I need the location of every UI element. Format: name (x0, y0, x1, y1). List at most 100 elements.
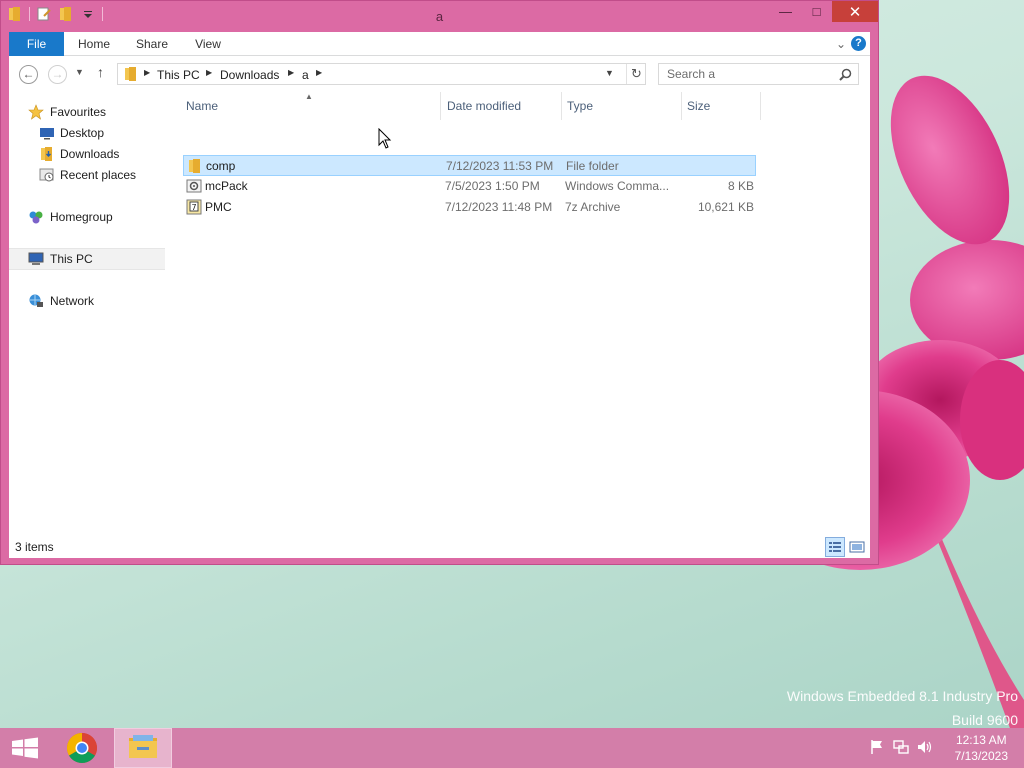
nav-homegroup[interactable]: Homegroup (9, 207, 165, 227)
up-button[interactable]: ↑ (97, 64, 104, 80)
status-bar: 3 items (9, 536, 870, 558)
nav-recent-places[interactable]: Recent places (9, 165, 165, 185)
tab-view[interactable]: View (185, 32, 231, 56)
navigation-bar: ← → ▼ ↑ ▶ This PC ▶ Downloads ▶ a ▶ ▼ ↻ (9, 56, 870, 92)
file-row-mcpack[interactable]: mcPack 7/5/2023 1:50 PM Windows Comma...… (183, 176, 756, 197)
navigation-pane: Favourites Desktop Downloads Recent plac… (9, 92, 169, 536)
refresh-icon[interactable]: ↻ (626, 64, 646, 84)
file-size: 10,621 KB (697, 200, 754, 214)
nav-network[interactable]: Network (9, 291, 165, 311)
taskbar-chrome[interactable] (58, 728, 106, 768)
maximize-button[interactable]: □ (801, 1, 832, 22)
volume-icon[interactable] (916, 738, 934, 756)
explorer-window: a — □ ✕ File Home Share View ⌄ ? ← → ▼ ↑… (0, 0, 879, 565)
computer-icon (28, 252, 44, 265)
column-header-date-modified[interactable]: Date modified (447, 99, 521, 113)
breadcrumb-arrow-icon[interactable]: ▶ (316, 68, 322, 77)
back-button[interactable]: ← (19, 65, 38, 84)
breadcrumb-a[interactable]: a (302, 68, 309, 82)
file-explorer-icon (129, 735, 157, 758)
nav-desktop[interactable]: Desktop (9, 123, 165, 143)
nav-this-pc[interactable]: This PC (9, 248, 165, 270)
help-icon[interactable]: ? (851, 36, 866, 51)
nav-homegroup-label: Homegroup (50, 210, 113, 224)
homegroup-icon (29, 211, 43, 224)
breadcrumb-arrow-icon[interactable]: ▶ (144, 68, 150, 77)
item-count: 3 items (15, 540, 54, 554)
caption-buttons: — □ ✕ (770, 1, 878, 22)
watermark-edition: Windows Embedded 8.1 Industry Pro (786, 688, 1018, 704)
file-name: comp (206, 159, 236, 173)
svg-text:7: 7 (191, 203, 196, 212)
large-icons-view-button[interactable] (847, 537, 867, 557)
large-icons-view-icon (849, 541, 865, 553)
chrome-icon (66, 733, 98, 764)
nav-network-label: Network (50, 294, 95, 308)
address-dropdown-icon[interactable]: ▼ (605, 68, 614, 78)
sort-ascending-icon: ▲ (305, 92, 313, 101)
column-divider[interactable] (681, 92, 682, 120)
breadcrumb-arrow-icon[interactable]: ▶ (206, 68, 212, 77)
window-content: File Home Share View ⌄ ? ← → ▼ ↑ ▶ This … (9, 32, 870, 558)
taskbar-file-explorer[interactable] (114, 728, 172, 768)
clock-date: 7/13/2023 (954, 749, 1008, 763)
search-input[interactable] (659, 64, 834, 84)
network-tray-icon[interactable] (892, 738, 910, 756)
breadcrumb-downloads[interactable]: Downloads (220, 68, 279, 82)
folder-icon (125, 67, 136, 81)
details-view-button[interactable] (825, 537, 845, 557)
start-button[interactable] (6, 734, 44, 762)
file-type: 7z Archive (565, 200, 621, 214)
forward-button[interactable]: → (48, 65, 67, 84)
search-box[interactable] (658, 63, 859, 85)
mouse-cursor-icon (378, 128, 392, 149)
nav-downloads-label: Downloads (60, 147, 120, 161)
file-date-modified: 7/5/2023 1:50 PM (445, 179, 540, 193)
os-watermark: Windows Embedded 8.1 Industry Pro Build … (787, 684, 1018, 732)
expand-ribbon-icon[interactable]: ⌄ (836, 37, 846, 51)
nav-recent-places-label: Recent places (60, 168, 137, 182)
breadcrumb-arrow-icon[interactable]: ▶ (288, 68, 294, 77)
column-header-type[interactable]: Type (567, 99, 593, 113)
breadcrumb-this-pc[interactable]: This PC (157, 68, 200, 82)
column-header-name[interactable]: Name (186, 99, 218, 113)
folder-icon (189, 159, 200, 173)
file-date-modified: 7/12/2023 11:53 PM (446, 159, 554, 173)
network-icon (29, 294, 43, 307)
nav-favourites-label: Favourites (50, 105, 107, 119)
file-name: PMC (205, 200, 232, 214)
address-bar[interactable]: ▶ This PC ▶ Downloads ▶ a ▶ ▼ ↻ (117, 63, 646, 85)
nav-this-pc-label: This PC (50, 252, 93, 266)
file-date-modified: 7/12/2023 11:48 PM (445, 200, 553, 214)
taskbar-clock[interactable]: 12:13 AM 7/13/2023 (955, 732, 1008, 764)
minimize-button[interactable]: — (770, 1, 801, 22)
recent-locations-chevron-icon[interactable]: ▼ (75, 67, 84, 77)
column-divider[interactable] (561, 92, 562, 120)
file-name: mcPack (205, 179, 248, 193)
nav-desktop-label: Desktop (60, 126, 105, 140)
nav-favourites[interactable]: Favourites (9, 102, 165, 122)
action-center-flag-icon[interactable] (868, 738, 886, 756)
star-icon (28, 104, 44, 120)
file-row-comp[interactable]: comp 7/12/2023 11:53 PM File folder (183, 155, 756, 176)
file-type: Windows Comma... (565, 179, 670, 193)
column-divider[interactable] (440, 92, 441, 120)
tab-share[interactable]: Share (129, 32, 175, 56)
downloads-folder-icon (41, 147, 52, 161)
recent-places-icon (39, 168, 54, 182)
title-bar[interactable]: a — □ ✕ (1, 1, 878, 31)
column-header-size[interactable]: Size (687, 99, 710, 113)
list-header: ▲ Name Date modified Type Size (181, 92, 761, 120)
tab-file[interactable]: File (9, 32, 64, 56)
batch-file-icon (186, 179, 202, 193)
file-size: 8 KB (727, 179, 754, 193)
close-button[interactable]: ✕ (832, 1, 878, 22)
system-tray (868, 738, 934, 756)
search-icon[interactable] (839, 68, 852, 81)
windows-logo-icon (12, 737, 38, 759)
tab-home[interactable]: Home (71, 32, 117, 56)
file-row-pmc[interactable]: 7 PMC 7/12/2023 11:48 PM 7z Archive 10,6… (183, 197, 756, 218)
nav-downloads[interactable]: Downloads (9, 144, 165, 164)
column-divider[interactable] (760, 92, 761, 120)
window-title: a (435, 9, 444, 24)
